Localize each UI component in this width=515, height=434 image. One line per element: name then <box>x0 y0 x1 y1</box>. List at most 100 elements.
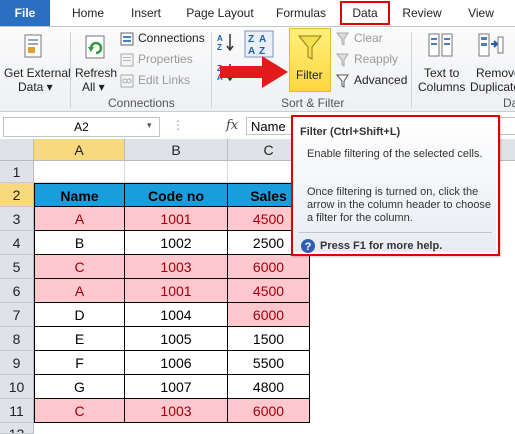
get-external-data-label-1: Get External <box>4 66 71 80</box>
tab-file[interactable]: File <box>0 0 50 26</box>
ribbon-tabs: File Home Insert Page Layout Formulas Da… <box>0 0 515 27</box>
table-cell-c5[interactable]: 6000 <box>228 255 310 279</box>
row-header-7[interactable]: 7 <box>0 303 34 327</box>
name-box-dropdown-icon[interactable]: ▾ <box>147 120 152 131</box>
table-cell-a8[interactable]: E <box>34 327 125 351</box>
connections-icon <box>120 32 134 46</box>
tooltip-title: Filter (Ctrl+Shift+L) <box>300 126 401 138</box>
row-header-3[interactable]: 3 <box>0 207 34 231</box>
tooltip-divider <box>299 232 492 233</box>
refresh-all-button[interactable]: Refresh All ▾ <box>72 30 118 94</box>
table-cell-b8[interactable]: 1005 <box>125 327 228 351</box>
table-cell-c8[interactable]: 1500 <box>228 327 310 351</box>
refresh-all-label-1: Refresh <box>75 66 118 80</box>
table-cell-b7[interactable]: 1004 <box>125 303 228 327</box>
table-cell-c10[interactable]: 4800 <box>228 375 310 399</box>
table-cell-a7[interactable]: D <box>34 303 125 327</box>
name-box[interactable]: A2 <box>3 117 160 137</box>
text-to-columns-label-2: Columns <box>418 80 466 94</box>
text-to-columns-button[interactable]: Text to Columns <box>414 30 468 94</box>
table-cell-b6[interactable]: 1001 <box>125 279 228 303</box>
row-header-11[interactable]: 11 <box>0 399 34 423</box>
sort-ascending-icon: A Z <box>217 34 234 52</box>
properties-label: Properties <box>138 52 193 66</box>
row-header-4[interactable]: 4 <box>0 231 34 255</box>
svg-text:A: A <box>217 34 223 43</box>
edit-links-button[interactable]: Edit Links <box>120 73 210 89</box>
tooltip-help-text: Press F1 for more help. <box>320 240 443 252</box>
row-header-12[interactable]: 12 <box>0 423 34 434</box>
filter-tooltip: Filter (Ctrl+Shift+L) Enable filtering o… <box>291 115 500 256</box>
reapply-icon <box>336 53 349 67</box>
cell-a1[interactable] <box>34 161 125 183</box>
table-cell-b9[interactable]: 1006 <box>125 351 228 375</box>
column-header-a[interactable]: A <box>34 139 125 161</box>
table-header-name[interactable]: Name <box>34 183 125 207</box>
help-icon: ? <box>301 239 315 253</box>
table-cell-a6[interactable]: A <box>34 279 125 303</box>
table-cell-b11[interactable]: 1003 <box>125 399 228 423</box>
tab-review[interactable]: Review <box>396 0 448 26</box>
table-cell-a4[interactable]: B <box>34 231 125 255</box>
row-header-9[interactable]: 9 <box>0 351 34 375</box>
get-external-data-button[interactable]: Get External Data ▾ <box>0 30 71 94</box>
svg-text:A: A <box>259 34 266 45</box>
svg-text:Z: Z <box>217 43 222 52</box>
filter-button[interactable]: Filter <box>289 28 331 92</box>
table-cell-c9[interactable]: 5500 <box>228 351 310 375</box>
refresh-icon <box>85 35 105 59</box>
tab-insert[interactable]: Insert <box>120 0 172 26</box>
select-all-corner[interactable] <box>0 139 34 161</box>
advanced-button[interactable]: Advanced <box>336 73 416 89</box>
table-cell-c7[interactable]: 6000 <box>228 303 310 327</box>
tooltip-instructions: Once filtering is turned on, click the a… <box>307 186 492 224</box>
reapply-button[interactable]: Reapply <box>336 52 406 68</box>
table-cell-b5[interactable]: 1003 <box>125 255 228 279</box>
advanced-label: Advanced <box>354 73 408 87</box>
tooltip-description: Enable filtering of the selected cells. <box>307 148 483 160</box>
get-external-data-label-2: Data ▾ <box>18 80 53 94</box>
clear-button[interactable]: Clear <box>336 31 396 47</box>
row-header-2[interactable]: 2 <box>0 183 34 207</box>
table-cell-a3[interactable]: A <box>34 207 125 231</box>
row-header-10[interactable]: 10 <box>0 375 34 399</box>
tab-page-layout[interactable]: Page Layout <box>180 0 260 26</box>
table-cell-a11[interactable]: C <box>34 399 125 423</box>
connections-label: Connections <box>138 31 205 45</box>
row-header-6[interactable]: 6 <box>0 279 34 303</box>
tab-data[interactable]: Data <box>340 1 390 25</box>
insert-function-button[interactable]: fx <box>226 118 238 133</box>
ribbon-separator <box>411 32 412 108</box>
table-cell-c6[interactable]: 4500 <box>228 279 310 303</box>
remove-duplicates-button[interactable]: Remove Duplicates <box>470 30 515 94</box>
table-cell-b10[interactable]: 1007 <box>125 375 228 399</box>
red-arrow-annotation <box>220 56 288 88</box>
remove-duplicates-label-1: Remove <box>476 66 515 80</box>
table-cell-b4[interactable]: 1002 <box>125 231 228 255</box>
table-cell-a9[interactable]: F <box>34 351 125 375</box>
table-cell-a10[interactable]: G <box>34 375 125 399</box>
tab-formulas[interactable]: Formulas <box>268 0 334 26</box>
edit-links-icon <box>120 74 134 88</box>
table-cell-a5[interactable]: C <box>34 255 125 279</box>
connections-button[interactable]: Connections <box>120 31 210 47</box>
remove-duplicates-label-2: Duplicates <box>470 80 515 94</box>
sort-a-to-z-button[interactable]: A Z <box>216 32 236 52</box>
table-cell-c11[interactable]: 6000 <box>228 399 310 423</box>
row-header-1[interactable]: 1 <box>0 161 34 183</box>
cell-b1[interactable] <box>125 161 228 183</box>
row-header-5[interactable]: 5 <box>0 255 34 279</box>
table-header-code[interactable]: Code no <box>125 183 228 207</box>
row-header-8[interactable]: 8 <box>0 327 34 351</box>
ribbon-separator <box>211 32 212 108</box>
svg-text:Z: Z <box>248 34 254 45</box>
refresh-all-label-2: All ▾ <box>82 80 105 94</box>
advanced-filter-icon <box>336 74 349 88</box>
table-cell-b3[interactable]: 1001 <box>125 207 228 231</box>
column-header-b[interactable]: B <box>125 139 228 161</box>
tab-home[interactable]: Home <box>62 0 114 26</box>
text-to-columns-icon <box>428 33 453 57</box>
reapply-label: Reapply <box>354 52 399 66</box>
properties-button[interactable]: Properties <box>120 52 210 68</box>
tab-view[interactable]: View <box>456 0 506 26</box>
